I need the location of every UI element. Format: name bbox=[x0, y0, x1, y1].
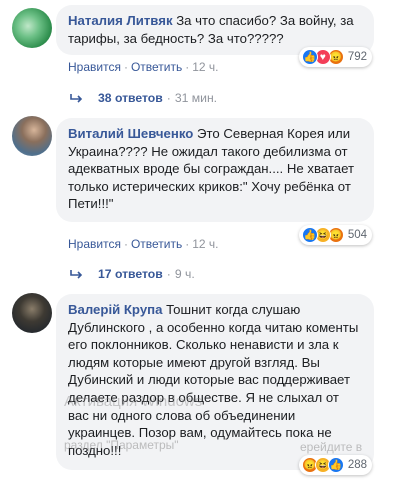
activation-watermark-settings: раздел "Параметры" bbox=[64, 438, 179, 452]
comment-author[interactable]: Валерій Крупа bbox=[68, 302, 162, 317]
comment-author[interactable]: Виталий Шевченко bbox=[68, 126, 193, 141]
view-replies-link[interactable]: 17 ответов · 9 ч. bbox=[70, 267, 195, 281]
reaction-summary[interactable]: 👍 ♥ 😠 792 bbox=[298, 47, 372, 67]
activation-watermark: Активация Windows bbox=[64, 393, 203, 410]
reply-button[interactable]: Ответить bbox=[131, 60, 182, 74]
replies-count[interactable]: 38 ответов bbox=[98, 91, 163, 105]
comment-bubble: Виталий Шевченко Это Северная Корея или … bbox=[56, 118, 374, 222]
view-replies-link[interactable]: 38 ответов · 31 мин. bbox=[70, 91, 217, 105]
like-button[interactable]: Нравится bbox=[68, 60, 121, 74]
replies-time: 31 мин. bbox=[174, 91, 218, 105]
reply-arrow-icon bbox=[70, 270, 83, 279]
like-reaction-icon: 👍 bbox=[301, 49, 318, 65]
avatar[interactable] bbox=[12, 8, 52, 48]
reply-arrow-icon bbox=[70, 94, 83, 103]
reaction-summary[interactable]: 😠 😆 👍 288 bbox=[298, 455, 372, 475]
like-reaction-icon: 👍 bbox=[327, 457, 344, 473]
comment-actions: Нравится · Ответить · 12 ч. bbox=[68, 237, 219, 251]
comment-time[interactable]: 12 ч. bbox=[192, 60, 218, 74]
comment-actions: Нравится · Ответить · 12 ч. bbox=[68, 60, 219, 74]
like-reaction-icon: 👍 bbox=[301, 227, 318, 243]
avatar[interactable] bbox=[12, 293, 52, 333]
comment-author[interactable]: Наталия Литвяк bbox=[68, 13, 173, 28]
replies-time: 9 ч. bbox=[174, 267, 195, 281]
comment-text: Тошнит когда слушаю Дублинского , а особ… bbox=[68, 302, 359, 458]
activation-watermark-goto: ерейдите в bbox=[300, 440, 363, 454]
like-button[interactable]: Нравится bbox=[68, 237, 121, 251]
reaction-count: 504 bbox=[347, 229, 367, 241]
comment-time[interactable]: 12 ч. bbox=[192, 237, 218, 251]
replies-count[interactable]: 17 ответов bbox=[98, 267, 163, 281]
avatar[interactable] bbox=[12, 116, 52, 156]
reaction-count: 792 bbox=[347, 51, 367, 63]
reaction-summary[interactable]: 👍 😆 😠 504 bbox=[298, 225, 372, 245]
reaction-count: 288 bbox=[347, 459, 367, 471]
reply-button[interactable]: Ответить bbox=[131, 237, 182, 251]
